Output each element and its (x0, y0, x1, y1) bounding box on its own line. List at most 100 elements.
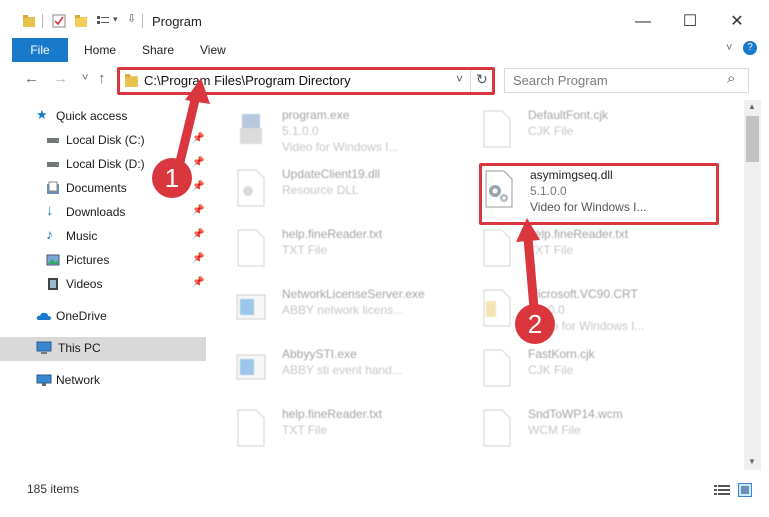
file-description: Video for Windows I... (282, 140, 399, 154)
file-type: Resource DLL (282, 183, 359, 197)
file-item[interactable]: NetworkLicenseServer.exe ABBY network li… (236, 287, 466, 335)
sidebar-item-this-pc[interactable]: This PC (0, 337, 206, 361)
pin-icon[interactable]: 📌 (192, 229, 204, 240)
file-type: TXT File (282, 243, 328, 257)
back-button[interactable]: ← (24, 70, 39, 87)
file-item[interactable]: help.fineReader.txt TXT File (236, 227, 466, 275)
divider (142, 14, 143, 28)
maximize-button[interactable]: ☐ (667, 8, 713, 36)
tab-view[interactable]: View (200, 43, 226, 57)
dll-icon (237, 169, 265, 207)
folder-file-icon (483, 289, 511, 327)
sidebar-item-label: Local Disk (D:) (66, 157, 145, 171)
documents-icon (46, 181, 60, 195)
file-item[interactable]: FastKorn.cjk CJK File (482, 347, 712, 395)
large-icons-view-icon[interactable] (738, 483, 752, 497)
file-type: ABBY sti event hand... (282, 363, 402, 377)
navigation-pane: ★ Quick access Local Disk (C:) 📌 Local D… (0, 100, 208, 470)
recent-locations-button[interactable]: ˅ (82, 72, 88, 84)
pc-icon (36, 341, 52, 355)
search-icon[interactable]: ⌕ (727, 70, 735, 87)
expand-ribbon-icon[interactable]: ˅ (726, 42, 732, 54)
file-item[interactable]: SndToWP14.wcm WCM File (482, 407, 712, 455)
folder-icon[interactable] (22, 14, 36, 28)
new-folder-icon[interactable] (74, 14, 88, 28)
minimize-button[interactable]: — (620, 8, 666, 36)
status-bar: 185 items (0, 478, 769, 502)
pin-icon[interactable]: 📌 (192, 181, 204, 192)
file-type: TXT File (528, 243, 574, 257)
file-name: program.exe (282, 108, 350, 122)
file-item[interactable]: UpdateClient19.dll Resource DLL (236, 167, 466, 215)
app-window-icon (236, 354, 266, 380)
file-tab[interactable]: File (12, 38, 68, 62)
file-list: program.exe 5.1.0.0 Video for Windows I.… (208, 100, 744, 470)
help-icon[interactable]: ? (743, 41, 757, 55)
sidebar-item-label: Documents (66, 181, 127, 195)
qa-dropdown-icon[interactable]: ▾ (113, 14, 118, 25)
window-title: Program (152, 14, 202, 29)
tab-share[interactable]: Share (142, 43, 174, 57)
file-type: TXT File (282, 423, 328, 437)
up-button[interactable]: ↑ (98, 70, 106, 87)
search-box[interactable]: Search Program ⌕ (504, 68, 749, 93)
file-name: help.fineReader.txt (282, 407, 383, 421)
pin-icon[interactable]: 📌 (192, 253, 204, 264)
address-highlight-box (117, 67, 495, 95)
file-item[interactable]: help.fineReader.txt TXT File (236, 407, 466, 455)
sidebar-item-videos[interactable]: Videos 📌 (0, 273, 206, 295)
sidebar-item-label: Local Disk (C:) (66, 133, 145, 147)
sidebar-item-pictures[interactable]: Pictures 📌 (0, 249, 206, 271)
sidebar-item-local-disk-c[interactable]: Local Disk (C:) 📌 (0, 129, 206, 151)
file-item[interactable]: program.exe 5.1.0.0 Video for Windows I.… (236, 108, 466, 156)
file-icon (483, 349, 511, 387)
file-type: WCM File (528, 423, 581, 437)
drive-icon (46, 133, 60, 147)
file-icon (483, 409, 511, 447)
videos-icon (46, 277, 60, 291)
forward-button[interactable]: → (53, 70, 68, 87)
file-item[interactable]: help.fineReader.txt TXT File (482, 227, 712, 275)
file-name: Microsoft.VC90.CRT (528, 287, 638, 301)
sidebar-item-music[interactable]: ♪ Music 📌 (0, 225, 206, 247)
sidebar-item-network[interactable]: Network (0, 369, 196, 391)
pin-icon[interactable]: 📌 (192, 277, 204, 288)
file-icon (237, 229, 265, 267)
vertical-scrollbar[interactable]: ▲ ▼ (744, 100, 761, 470)
exe-icon (240, 114, 262, 144)
tab-home[interactable]: Home (84, 43, 116, 57)
pin-icon[interactable]: 📌 (192, 205, 204, 216)
scroll-thumb[interactable] (746, 116, 759, 162)
sidebar-item-label: Downloads (66, 205, 126, 219)
details-view-icon[interactable] (714, 484, 730, 496)
file-highlight-box (479, 163, 719, 225)
file-item[interactable]: AbbyySTI.exe ABBY sti event hand... (236, 347, 466, 395)
properties-icon[interactable] (52, 14, 66, 28)
file-name: SndToWP14.wcm (528, 407, 623, 421)
file-icon (483, 110, 511, 148)
app-window-icon (236, 294, 266, 320)
sidebar-item-label: Music (66, 229, 98, 243)
sidebar-item-downloads[interactable]: ↓ Downloads 📌 (0, 201, 206, 223)
close-button[interactable]: ✕ (714, 8, 760, 36)
customize-qa-icon[interactable]: ⇩ (127, 12, 136, 25)
file-type: ABBY network licens... (282, 303, 404, 317)
view-details-icon[interactable] (96, 14, 110, 28)
file-name: NetworkLicenseServer.exe (282, 287, 425, 301)
file-icon (483, 229, 511, 267)
sidebar-item-label: Pictures (66, 253, 110, 267)
file-name: DefaultFont.cjk (528, 108, 609, 122)
sidebar-item-onedrive[interactable]: OneDrive (0, 305, 196, 327)
scroll-down-icon[interactable]: ▼ (748, 457, 756, 466)
file-item[interactable]: DefaultFont.cjk CJK File (482, 108, 712, 156)
search-placeholder[interactable]: Search Program (513, 73, 608, 88)
sidebar-item-quick-access[interactable]: ★ Quick access (0, 105, 196, 127)
pin-icon[interactable]: 📌 (192, 133, 204, 144)
file-name: help.fineReader.txt (282, 227, 383, 241)
title-bar: ▾ ⇩ Program — ☐ ✕ (0, 0, 769, 38)
file-name: FastKorn.cjk (528, 347, 595, 361)
file-name: UpdateClient19.dll (282, 167, 381, 181)
scroll-up-icon[interactable]: ▲ (748, 102, 756, 111)
file-type: CJK File (528, 124, 574, 138)
pin-icon[interactable]: 📌 (192, 157, 204, 168)
